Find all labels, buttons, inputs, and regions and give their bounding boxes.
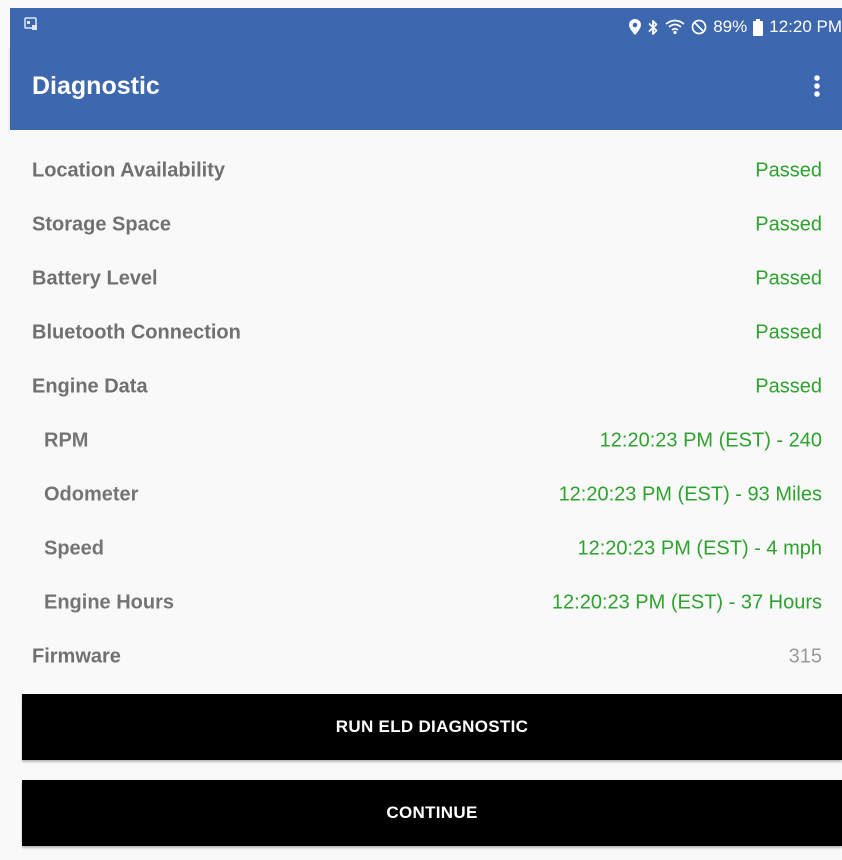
diag-status: 12:20:23 PM (EST) - 4 mph bbox=[577, 537, 822, 560]
app-notification-icon bbox=[24, 17, 38, 31]
diag-status: Passed bbox=[755, 321, 822, 344]
diag-status: Passed bbox=[755, 213, 822, 236]
do-not-disturb-icon bbox=[691, 19, 707, 35]
battery-icon bbox=[753, 18, 764, 36]
diag-row-battery-level: Battery Level Passed bbox=[10, 252, 842, 306]
diag-row-engine-hours: Engine Hours 12:20:23 PM (EST) - 37 Hour… bbox=[10, 576, 842, 630]
diag-row-bluetooth-connection: Bluetooth Connection Passed bbox=[10, 306, 842, 360]
bluetooth-icon bbox=[647, 19, 659, 36]
diag-row-rpm: RPM 12:20:23 PM (EST) - 240 bbox=[10, 414, 842, 468]
diag-row-engine-data: Engine Data Passed bbox=[10, 360, 842, 414]
diag-label: Battery Level bbox=[32, 267, 158, 290]
diagnostic-list: Location Availability Passed Storage Spa… bbox=[10, 130, 842, 860]
diagnostic-screen: 89% 12:20 PM Diagnostic Location Availab… bbox=[0, 0, 842, 860]
diag-label: Speed bbox=[44, 537, 105, 560]
diag-label: Storage Space bbox=[32, 213, 171, 236]
diag-row-speed: Speed 12:20:23 PM (EST) - 4 mph bbox=[10, 522, 842, 576]
wifi-icon bbox=[665, 19, 685, 35]
diag-status: Passed bbox=[755, 267, 822, 290]
diag-label: Bluetooth Connection bbox=[32, 321, 241, 344]
app-bar: Diagnostic bbox=[10, 46, 842, 130]
diag-status: 12:20:23 PM (EST) - 240 bbox=[599, 429, 822, 452]
status-time: 12:20 PM bbox=[769, 17, 842, 36]
diag-status: Passed bbox=[755, 159, 822, 182]
status-bar: 89% 12:20 PM bbox=[10, 8, 842, 46]
run-eld-diagnostic-button[interactable]: RUN ELD DIAGNOSTIC bbox=[22, 694, 842, 760]
diag-label: RPM bbox=[44, 429, 89, 452]
continue-button[interactable]: CONTINUE bbox=[22, 780, 842, 846]
firmware-version: 315 bbox=[788, 645, 822, 668]
status-icons: 89% 12:20 PM bbox=[629, 8, 842, 46]
diag-label: Location Availability bbox=[32, 159, 225, 182]
diag-label: Firmware bbox=[32, 645, 121, 668]
diag-status: Passed bbox=[755, 375, 822, 398]
diag-label: Engine Data bbox=[32, 375, 148, 398]
diag-label: Odometer bbox=[44, 483, 139, 506]
diag-row-location-availability: Location Availability Passed bbox=[10, 144, 842, 198]
diag-status: 12:20:23 PM (EST) - 37 Hours bbox=[551, 591, 822, 614]
diag-row-firmware: Firmware 315 bbox=[10, 630, 842, 684]
battery-percent: 89% bbox=[713, 17, 748, 36]
diag-row-odometer: Odometer 12:20:23 PM (EST) - 93 Miles bbox=[10, 468, 842, 522]
diag-row-storage-space: Storage Space Passed bbox=[10, 198, 842, 252]
page-title: Diagnostic bbox=[32, 72, 160, 100]
more-vert-icon[interactable] bbox=[810, 72, 824, 102]
location-icon bbox=[629, 19, 642, 35]
diag-status: 12:20:23 PM (EST) - 93 Miles bbox=[558, 483, 822, 506]
diag-label: Engine Hours bbox=[44, 591, 175, 614]
